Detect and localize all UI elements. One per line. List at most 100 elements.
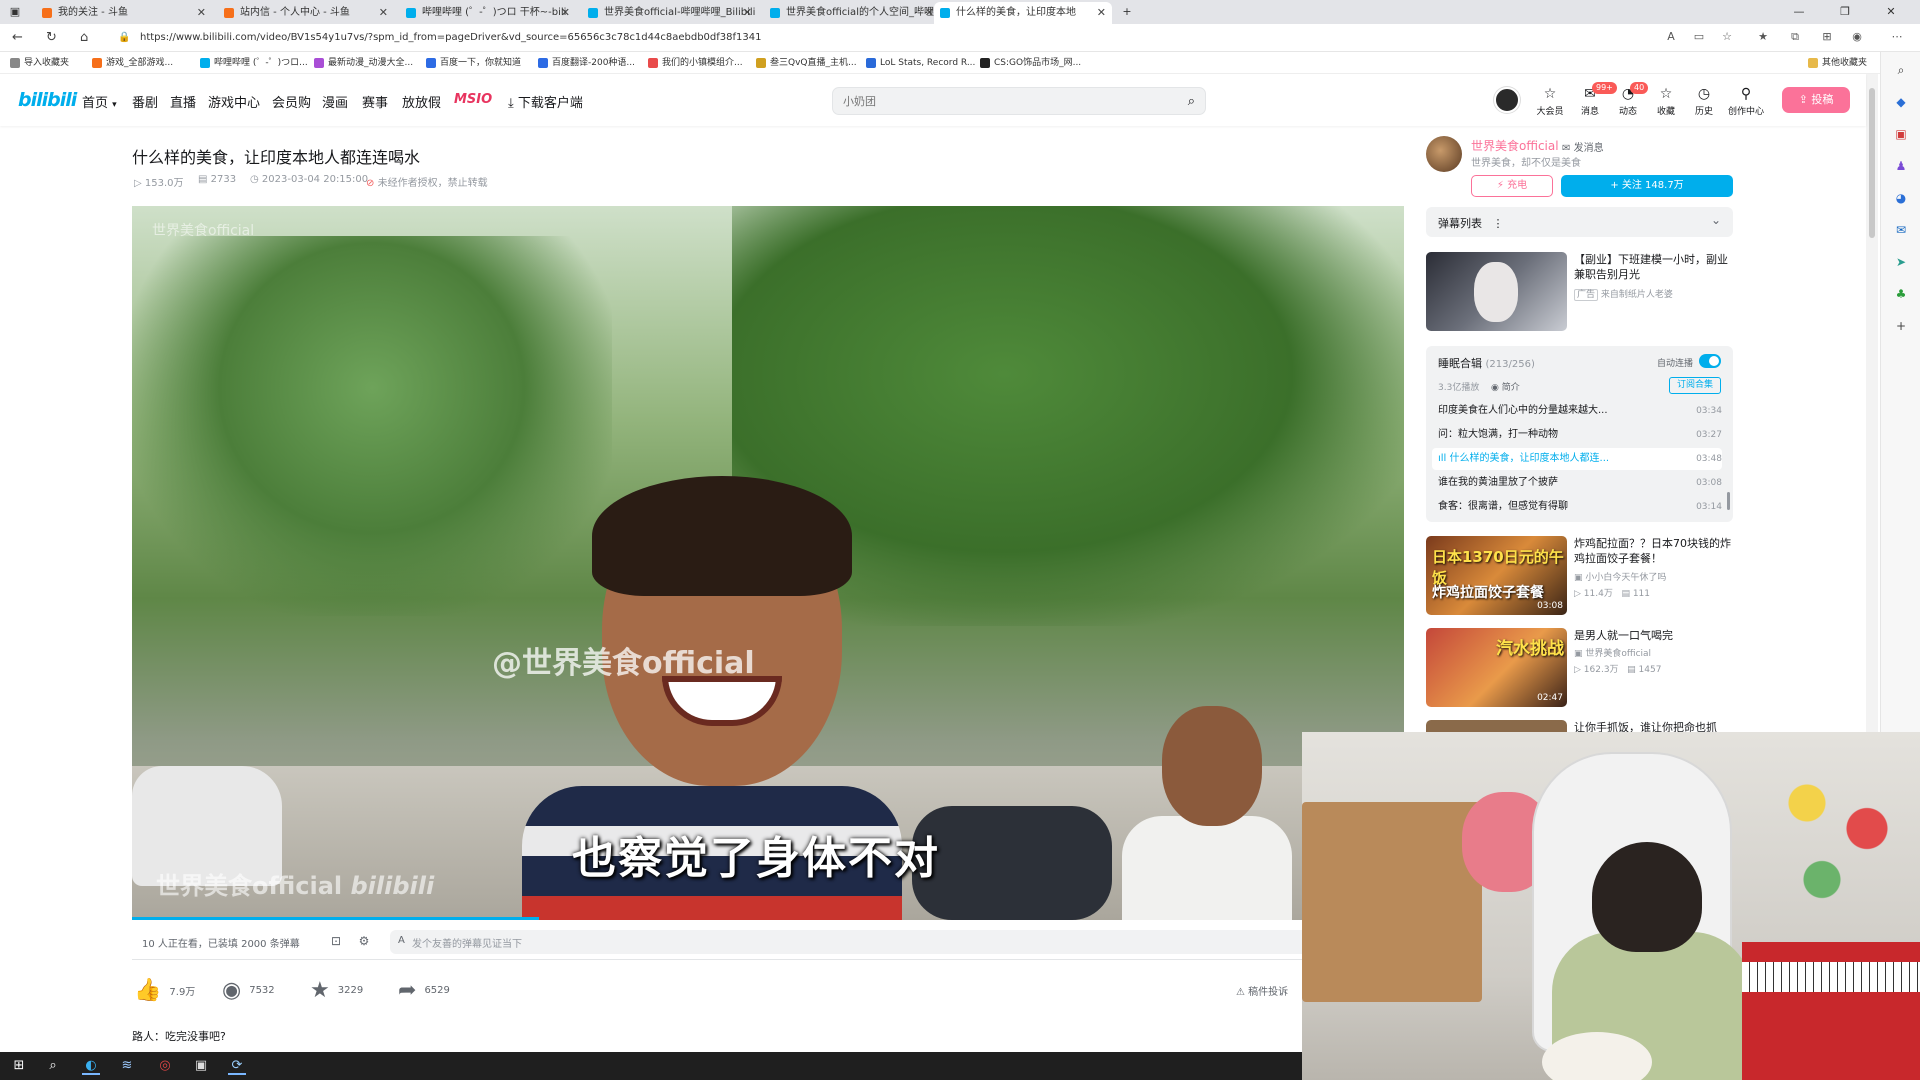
ad-title[interactable]: 【副业】下班建模一小时，副业兼职告别月光	[1574, 252, 1734, 282]
bookmark-7[interactable]: 叁三QvQ直播_主机...	[756, 55, 857, 71]
recommend-author[interactable]: ▣ 小小白今天午休了吗	[1574, 570, 1666, 583]
danmaku-settings-icon[interactable]: ⚙	[356, 934, 372, 950]
bookmark-9[interactable]: CS:GO饰品市场_网...	[980, 55, 1081, 71]
browser-tab-3[interactable]: 世界美食official-哔哩哔哩_Bilibili ✕	[582, 2, 758, 24]
close-icon[interactable]: ✕	[561, 2, 570, 24]
nav-holiday[interactable]: 放放假	[402, 92, 441, 111]
steam-icon[interactable]: ⟳	[228, 1057, 246, 1075]
header-dynamic[interactable]: ◔ 40 动态	[1610, 82, 1649, 117]
back-icon[interactable]: ←	[12, 30, 23, 45]
playlist-item[interactable]: 问：粒大饱满，打一种动物 03:27	[1432, 424, 1722, 446]
danmaku-toggle-icon[interactable]: ⊡	[328, 934, 344, 950]
recommend-thumbnail[interactable]: 日本1370日元的午饭 炸鸡拉面饺子套餐 03:08	[1426, 536, 1567, 615]
autoplay-toggle[interactable]	[1699, 354, 1721, 368]
recommend-thumbnail[interactable]: 汽水挑战 02:47	[1426, 628, 1567, 707]
bookmark-1[interactable]: 游戏_全部游戏...	[92, 55, 173, 71]
app-icon[interactable]: ≋	[118, 1057, 136, 1075]
nav-esports[interactable]: 赛事	[362, 92, 388, 111]
nav-msi[interactable]: MSIO	[454, 92, 492, 107]
charge-button[interactable]: ⚡ 充电	[1471, 175, 1553, 197]
browser-tab-5[interactable]: 什么样的美食，让印度本地 ✕	[934, 2, 1112, 24]
outlook-icon[interactable]: ✉	[1893, 222, 1909, 238]
maximize-button[interactable]: ❐	[1830, 0, 1860, 24]
close-icon[interactable]: ✕	[197, 2, 206, 24]
other-bookmarks[interactable]: 其他收藏夹	[1808, 55, 1867, 71]
app-image-icon[interactable]: ▣	[192, 1057, 210, 1075]
nav-manga[interactable]: 漫画	[322, 92, 348, 111]
video-progress-bar[interactable]	[132, 917, 540, 920]
coin-button[interactable]: ◉ 7532	[222, 978, 275, 1003]
share-button[interactable]: ➦ 6529	[398, 978, 450, 1003]
more-icon[interactable]: ⋯	[1890, 30, 1904, 44]
recommend-title[interactable]: 炸鸡配拉面？？日本70块钱的炸鸡拉面饺子套餐！	[1574, 536, 1732, 566]
search-icon[interactable]: ⌕	[44, 1057, 62, 1075]
search-icon[interactable]: ⌕	[1893, 62, 1909, 78]
subscribe-playlist-button[interactable]: 订阅合集	[1669, 377, 1721, 394]
danmaku-list-panel[interactable]: 弹幕列表 ⋮ ⌄	[1426, 207, 1733, 237]
games-icon[interactable]: ♟	[1893, 158, 1909, 174]
recommend-card[interactable]: 日本1370日元的午饭 炸鸡拉面饺子套餐 03:08 炸鸡配拉面？？日本70块钱…	[1426, 536, 1733, 616]
playlist-title[interactable]: 睡眠合辑 (213/256)	[1438, 355, 1535, 371]
nav-live[interactable]: 直播	[170, 92, 196, 111]
favorite-star-icon[interactable]: ☆	[1720, 30, 1734, 44]
like-button[interactable]: 👍 7.9万	[134, 978, 195, 1003]
playlist-item[interactable]: 食客：很离谱，但感觉有得聊 03:14	[1432, 496, 1722, 518]
tab-actions-icon[interactable]: ▣	[0, 0, 30, 24]
url-field[interactable]: https://www.bilibili.com/video/BV1s54y1u…	[140, 28, 1640, 48]
playlist-scrollbar[interactable]	[1727, 492, 1730, 510]
header-history[interactable]: ◷ 历史	[1686, 86, 1722, 117]
search-input[interactable]	[843, 92, 1163, 110]
app-red-icon[interactable]: ◎	[156, 1057, 174, 1075]
uploader-name[interactable]: 世界美食official	[1471, 137, 1559, 154]
favorites-icon[interactable]: ★	[1756, 30, 1770, 44]
bookmark-8[interactable]: LoL Stats, Record R...	[866, 55, 975, 71]
bookmark-0[interactable]: 导入收藏夹	[10, 55, 69, 71]
collections-icon[interactable]: ⧉	[1788, 30, 1802, 44]
browser-tab-2[interactable]: 哔哩哔哩 (゜-゜)つロ 干杯~-bili ✕	[400, 2, 576, 24]
bookmark-4[interactable]: 百度一下，你就知道	[426, 55, 521, 71]
danmaku-input[interactable]: A 发个友善的弹幕见证当下	[390, 930, 1390, 954]
playlist-item[interactable]: 印度美食在人们心中的分量越来越大... 03:34	[1432, 400, 1722, 422]
uploader-avatar[interactable]	[1426, 136, 1462, 172]
report-button[interactable]: ⚠ 稿件投诉	[1236, 983, 1288, 998]
close-icon[interactable]: ✕	[1097, 2, 1106, 24]
nav-anime[interactable]: 番剧	[132, 92, 158, 111]
playlist-item-current[interactable]: ıll 什么样的美食，让印度本地人都连... 03:48	[1432, 448, 1722, 470]
close-icon[interactable]: ✕	[743, 2, 752, 24]
header-vip[interactable]: ☆ 大会员	[1532, 86, 1568, 117]
toolbox-icon[interactable]: ▣	[1893, 126, 1909, 142]
playlist-item[interactable]: 谁在我的黄油里放了个披萨 03:08	[1432, 472, 1722, 494]
refresh-icon[interactable]: ↻	[46, 30, 57, 45]
nav-download-client[interactable]: ⤓ 下载客户端	[508, 92, 583, 111]
edge-browser-icon[interactable]: ◐	[82, 1057, 100, 1075]
close-icon[interactable]: ✕	[925, 2, 934, 24]
send-icon[interactable]: ➤	[1893, 254, 1909, 270]
minimize-button[interactable]: —	[1784, 0, 1814, 24]
bookmark-5[interactable]: 百度翻译-200种语...	[538, 55, 635, 71]
favorite-button[interactable]: ★ 3229	[310, 978, 363, 1003]
nav-home[interactable]: 首页 ▾	[82, 92, 117, 111]
send-message-button[interactable]: ✉ 发消息	[1562, 139, 1604, 154]
close-window-button[interactable]: ✕	[1876, 0, 1906, 24]
avatar[interactable]	[1494, 87, 1520, 113]
ad-thumbnail[interactable]	[1426, 252, 1567, 331]
nav-game-center[interactable]: 游戏中心	[208, 92, 260, 111]
reader-icon[interactable]: ▭	[1692, 30, 1706, 44]
recommend-author[interactable]: ▣ 世界美食official	[1574, 646, 1651, 659]
bookmark-6[interactable]: 我们的小镇模组介...	[648, 55, 743, 71]
chevron-down-icon[interactable]: ⌄	[1711, 213, 1721, 227]
follow-button[interactable]: + 关注 148.7万	[1561, 175, 1733, 197]
close-icon[interactable]: ✕	[379, 2, 388, 24]
search-icon[interactable]: ⌕	[1188, 94, 1195, 109]
header-favorites[interactable]: ☆ 收藏	[1648, 86, 1684, 117]
browser-tab-4[interactable]: 世界美食official的个人空间_哔哩 ✕	[764, 2, 940, 24]
video-player[interactable]: 世界美食official @世界美食official 世界美食official …	[132, 206, 1404, 920]
search-box[interactable]: ⌕	[832, 87, 1206, 115]
header-creator-center[interactable]: ⚲ 创作中心	[1728, 86, 1764, 117]
recommend-title[interactable]: 是男人就一口气喝完	[1574, 628, 1732, 643]
add-icon[interactable]: +	[1893, 318, 1909, 334]
header-messages[interactable]: ✉ 99+ 消息	[1572, 82, 1617, 117]
recommend-card[interactable]: 汽水挑战 02:47 是男人就一口气喝完 ▣ 世界美食official ▷ 16…	[1426, 628, 1733, 708]
extensions-icon[interactable]: ⊞	[1820, 30, 1834, 44]
bookmark-3[interactable]: 最新动漫_动漫大全...	[314, 55, 413, 71]
